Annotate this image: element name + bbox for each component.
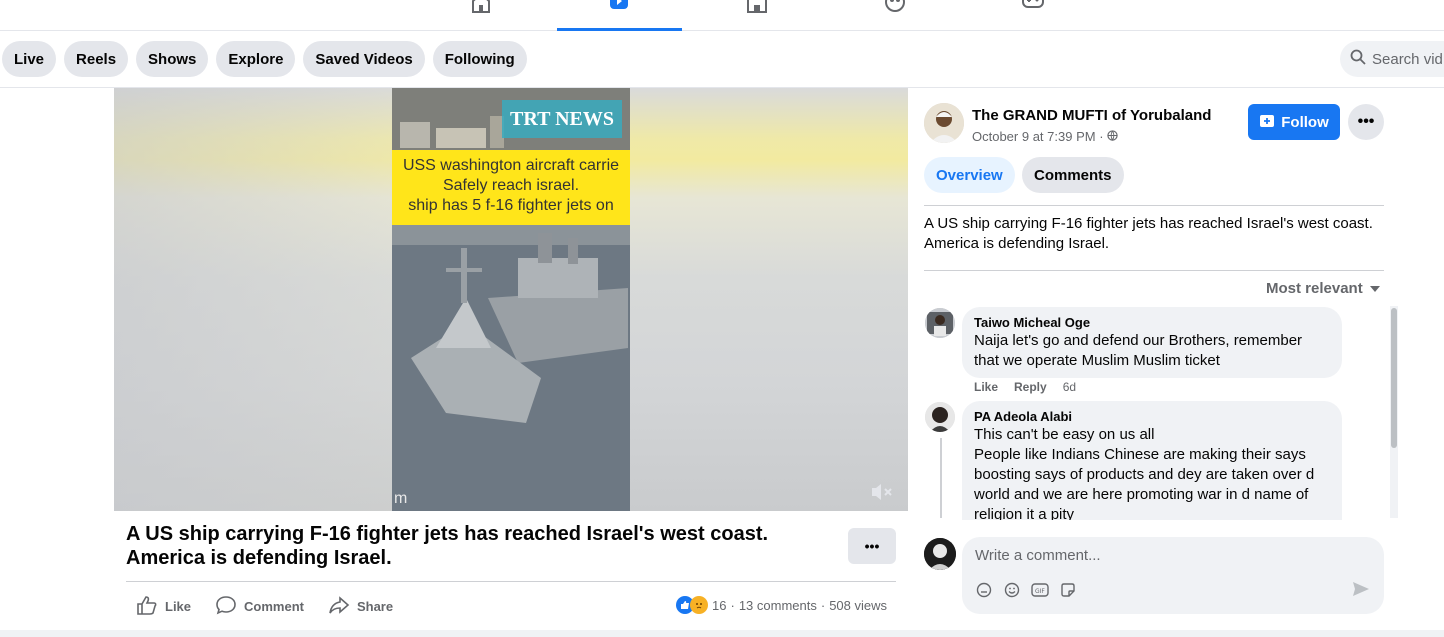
mute-icon[interactable] bbox=[870, 481, 894, 508]
search-icon bbox=[1350, 49, 1366, 69]
search-videos-input[interactable]: Search vid bbox=[1340, 41, 1444, 77]
sort-comments-dropdown[interactable]: Most relevant bbox=[1266, 280, 1381, 297]
caret-down-icon bbox=[1369, 280, 1381, 297]
comment-label: Comment bbox=[244, 598, 304, 614]
tab-overview[interactable]: Overview bbox=[924, 157, 1015, 193]
divider bbox=[126, 581, 896, 582]
caption-line-2: Safely reach israel. bbox=[442, 177, 580, 194]
comments-count[interactable]: 13 comments bbox=[739, 598, 817, 613]
svg-text:GIF: GIF bbox=[1035, 588, 1045, 595]
sort-label: Most relevant bbox=[1266, 280, 1363, 297]
post-more-button[interactable]: ••• bbox=[848, 528, 896, 564]
comment-like-button[interactable]: Like bbox=[974, 380, 998, 394]
sticker-icon[interactable] bbox=[1059, 581, 1077, 599]
separator: · bbox=[820, 597, 826, 613]
commenter-avatar[interactable] bbox=[925, 308, 955, 338]
comment-input[interactable]: Write a comment... bbox=[975, 547, 1101, 564]
post-title: A US ship carrying F-16 fighter jets has… bbox=[126, 523, 769, 569]
comment-age[interactable]: 6d bbox=[1063, 380, 1076, 394]
avatar-sticker-icon[interactable] bbox=[975, 581, 993, 599]
chip-shows[interactable]: Shows bbox=[136, 41, 209, 77]
divider bbox=[924, 270, 1384, 271]
comment-text: Naija let's go and defend our Brothers, … bbox=[974, 332, 1303, 369]
caption-line-3: ship has 5 f-16 fighter jets on bbox=[408, 197, 614, 214]
comment-actions: Like Reply 6d bbox=[974, 380, 1076, 394]
gaming-icon[interactable] bbox=[1020, 0, 1046, 14]
active-tab-indicator bbox=[557, 28, 682, 31]
chip-reels[interactable]: Reels bbox=[64, 41, 129, 77]
post-description: A US ship carrying F-16 fighter jets has… bbox=[924, 215, 1373, 252]
post-time[interactable]: October 9 at 7:39 PM bbox=[972, 129, 1096, 144]
separator: · bbox=[730, 597, 735, 613]
share-icon bbox=[328, 595, 350, 618]
post-sidebar: The GRAND MUFTI of Yorubaland October 9 … bbox=[908, 88, 1444, 637]
chip-explore[interactable]: Explore bbox=[216, 41, 296, 77]
caption-line-1: USS washington aircraft carrie bbox=[402, 157, 620, 174]
comment-author[interactable]: Taiwo Micheal Oge bbox=[974, 315, 1330, 331]
tab-comments[interactable]: Comments bbox=[1022, 157, 1124, 193]
like-label: Like bbox=[165, 598, 192, 614]
trt-news-logo: TRT NEWS bbox=[502, 100, 622, 138]
groups-icon[interactable] bbox=[882, 0, 908, 14]
comment-icon bbox=[215, 595, 237, 618]
gif-icon[interactable]: GIF bbox=[1031, 581, 1049, 599]
thread-line bbox=[940, 438, 942, 518]
divider bbox=[924, 205, 1384, 206]
page-avatar[interactable] bbox=[924, 103, 964, 143]
page-bottom-bar bbox=[0, 630, 1444, 637]
video-caption-band: USS washington aircraft carrie Safely re… bbox=[392, 150, 630, 225]
comment-reply-button[interactable]: Reply bbox=[1014, 380, 1047, 394]
comment-author[interactable]: PA Adeola Alabi bbox=[974, 409, 1330, 425]
post-stats: 16 · 13 comments · 508 views bbox=[676, 596, 887, 614]
video-subnav: Live Reels Shows Explore Saved Videos Fo… bbox=[0, 41, 527, 77]
page-name[interactable]: The GRAND MUFTI of Yorubaland bbox=[972, 107, 1211, 124]
comment-bubble: PA Adeola Alabi This can't be easy on us… bbox=[962, 401, 1342, 520]
send-icon[interactable] bbox=[1352, 581, 1370, 602]
follow-label: Follow bbox=[1281, 113, 1329, 131]
search-placeholder: Search vid bbox=[1372, 50, 1443, 68]
follow-icon bbox=[1259, 112, 1275, 132]
commenter-avatar[interactable] bbox=[925, 402, 955, 432]
post-meta: October 9 at 7:39 PM · bbox=[972, 129, 1118, 144]
post-actions: Like Comment Share bbox=[136, 594, 393, 618]
follow-button[interactable]: Follow bbox=[1248, 104, 1340, 140]
video-watermark: m bbox=[394, 490, 408, 507]
video-frame: TRT NEWS USS washington aircraft carrie … bbox=[392, 88, 630, 511]
thumbs-up-icon bbox=[136, 595, 158, 618]
chip-live[interactable]: Live bbox=[2, 41, 57, 77]
reaction-count[interactable]: 16 bbox=[712, 598, 726, 613]
video-icon[interactable] bbox=[606, 0, 632, 14]
video-player[interactable]: TRT NEWS USS washington aircraft carrie … bbox=[114, 88, 908, 511]
chip-following[interactable]: Following bbox=[432, 41, 527, 77]
scrollbar-thumb[interactable] bbox=[1391, 308, 1397, 448]
comment-composer[interactable]: Write a comment... GIF bbox=[962, 537, 1384, 614]
top-navigation bbox=[0, 0, 1444, 31]
video-blur-background bbox=[114, 88, 392, 511]
sad-reaction-icon bbox=[690, 596, 708, 614]
share-label: Share bbox=[356, 598, 394, 614]
separator: · bbox=[1099, 129, 1104, 144]
views-count: 508 views bbox=[829, 597, 888, 613]
emoji-icon[interactable] bbox=[1003, 581, 1021, 599]
marketplace-icon[interactable] bbox=[744, 0, 770, 14]
like-button[interactable]: Like bbox=[136, 594, 191, 618]
comment-button[interactable]: Comment bbox=[215, 594, 304, 618]
globe-icon bbox=[1107, 129, 1118, 144]
chip-saved-videos[interactable]: Saved Videos bbox=[303, 41, 425, 77]
home-icon[interactable] bbox=[468, 0, 494, 14]
ship-destroyer bbox=[411, 248, 541, 423]
user-avatar[interactable] bbox=[924, 538, 956, 570]
comment-bubble: Taiwo Micheal Oge Naija let's go and def… bbox=[962, 307, 1342, 378]
comments-scrollbar[interactable] bbox=[1390, 306, 1398, 518]
share-button[interactable]: Share bbox=[328, 594, 393, 618]
comment-text-line-2: People like Indians Chinese are making t… bbox=[974, 446, 1315, 520]
comment-text-line-1: This can't be easy on us all bbox=[974, 426, 1155, 443]
more-options-button[interactable]: ••• bbox=[1348, 104, 1384, 140]
